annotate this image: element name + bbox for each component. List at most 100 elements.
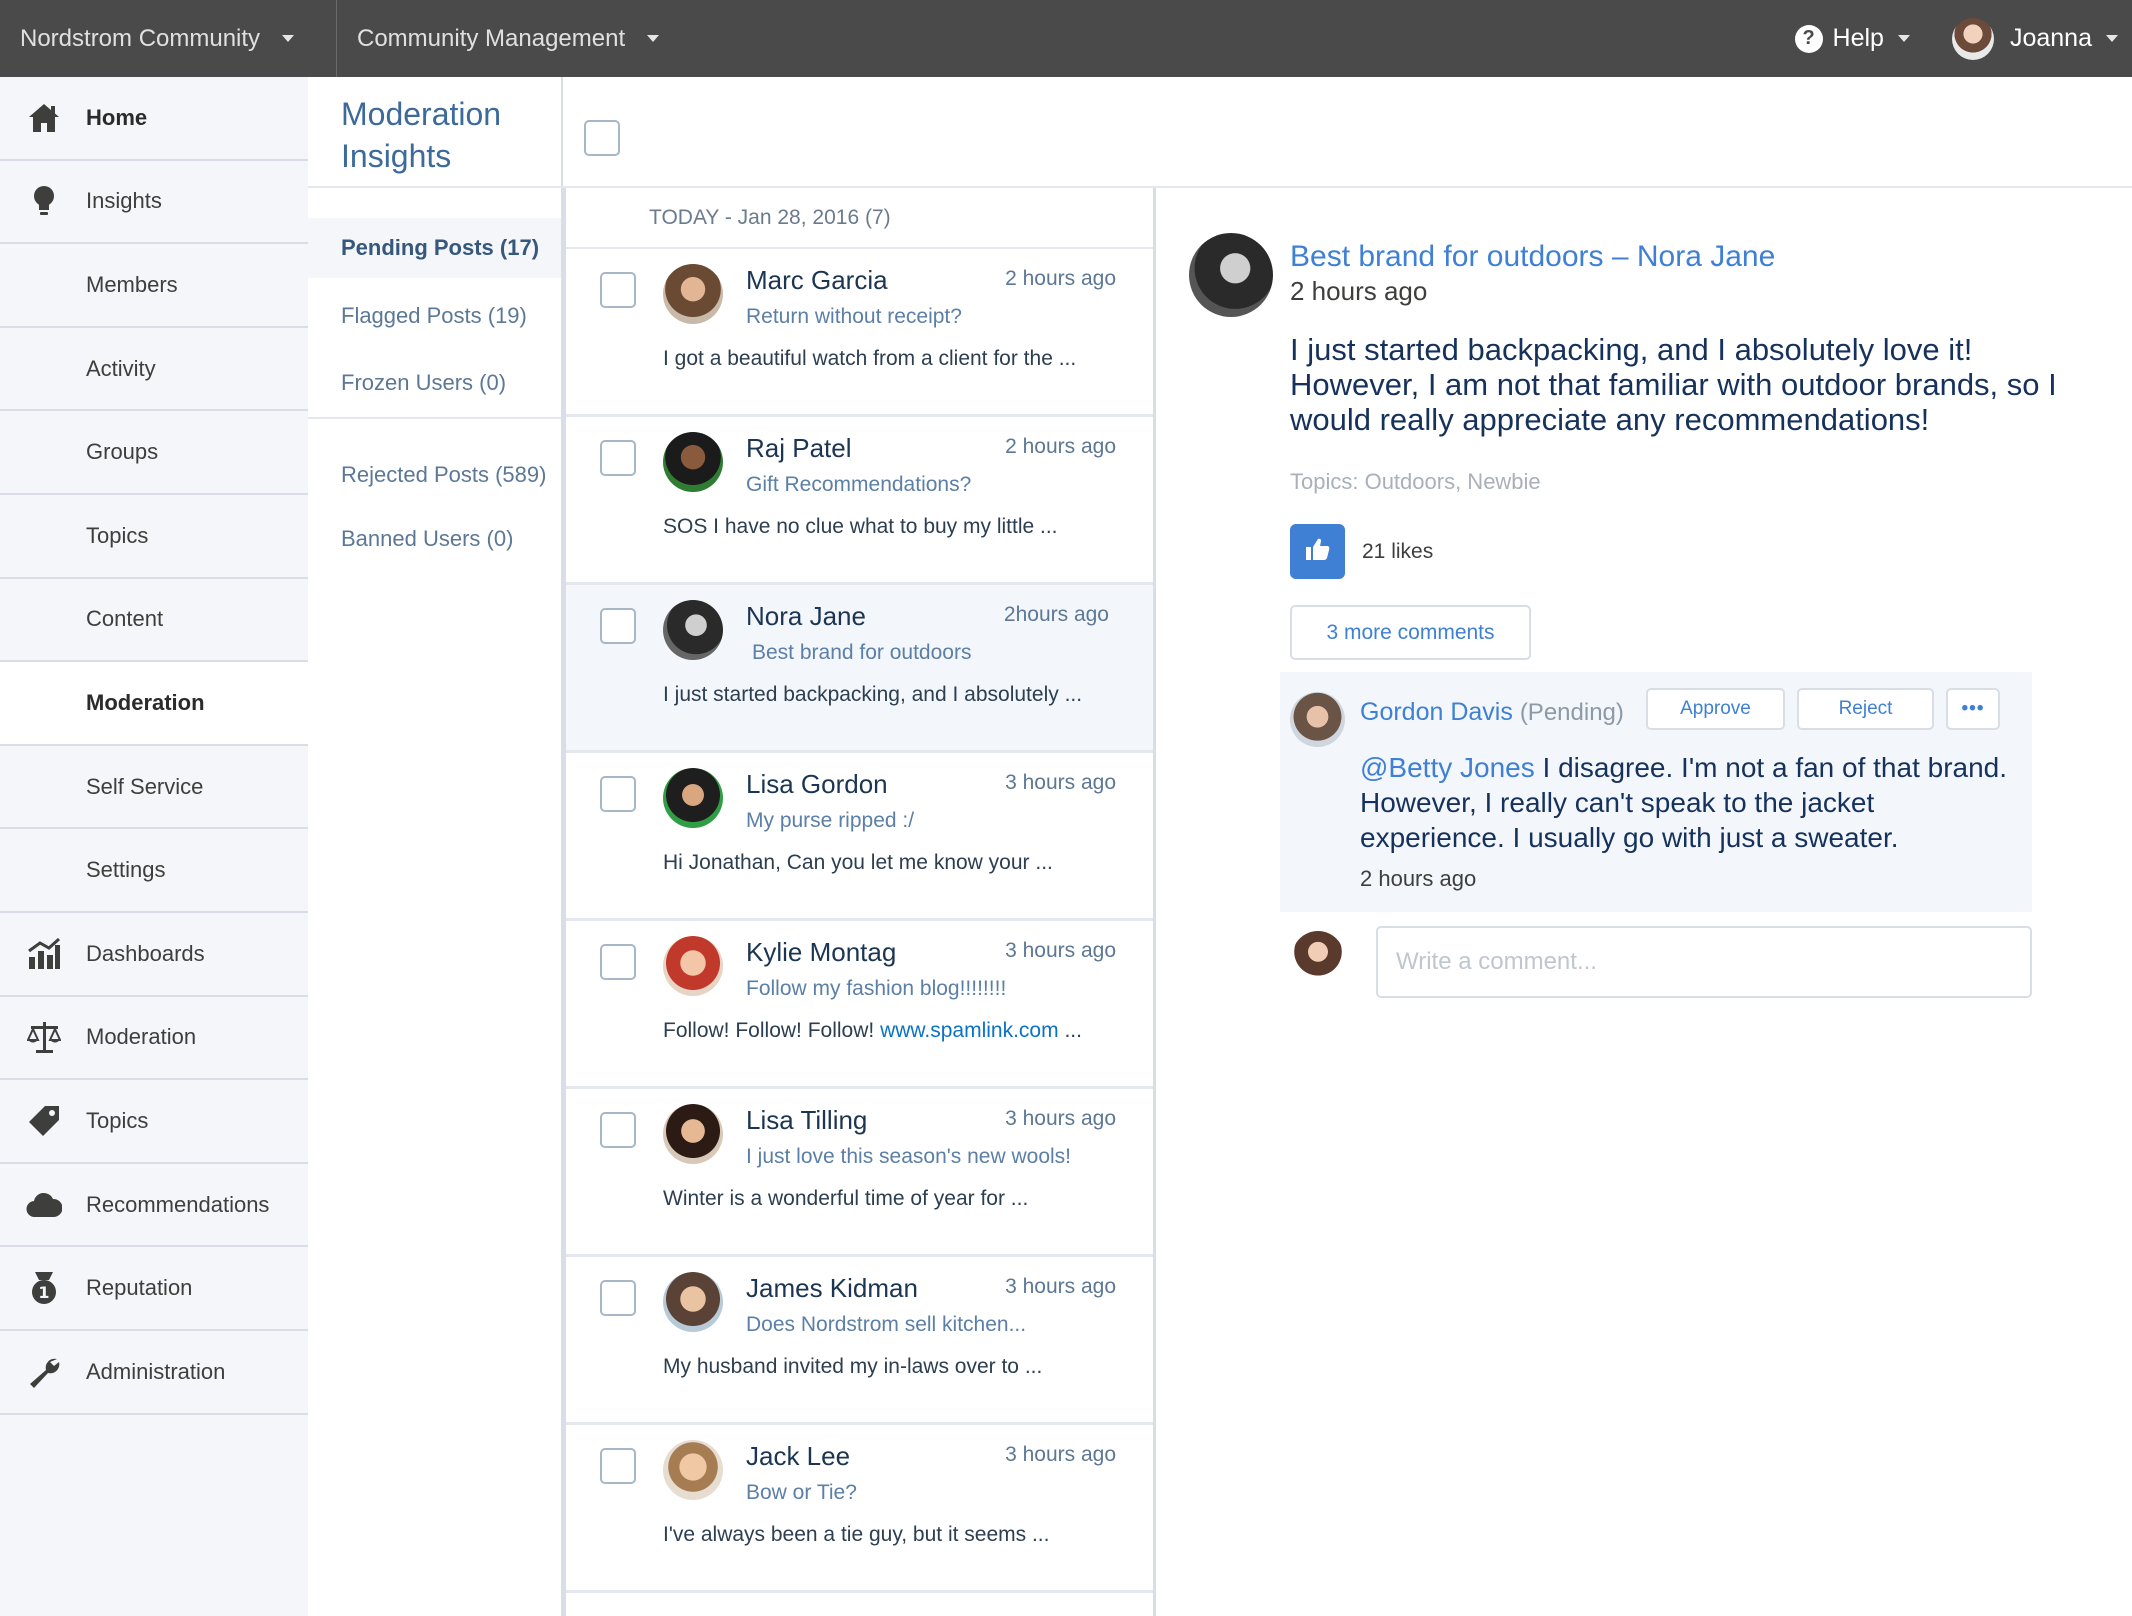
- post-subject: Gift Recommendations?: [746, 473, 972, 496]
- sidebar-item-activity[interactable]: Activity: [0, 328, 308, 412]
- moderation-filters: Moderation Insights Pending Posts (17) F…: [308, 77, 563, 1616]
- like-button[interactable]: [1290, 524, 1345, 579]
- list-item[interactable]: Jack Lee 3 hours ago Bow or Tie? I've al…: [566, 1425, 1153, 1593]
- comment-author[interactable]: Gordon Davis (Pending): [1360, 698, 1624, 727]
- reject-button[interactable]: Reject: [1797, 688, 1934, 730]
- avatar: [663, 432, 723, 492]
- post-snippet: My husband invited my in-laws over to ..…: [663, 1355, 1043, 1378]
- post-time: 3 hours ago: [1005, 1443, 1116, 1466]
- spam-link[interactable]: www.spamlink.com: [880, 1019, 1059, 1042]
- approve-button[interactable]: Approve: [1646, 688, 1785, 730]
- chevron-down-icon: [647, 35, 660, 42]
- bar-chart-icon: [26, 936, 62, 972]
- list-item[interactable]: Nora Jane 2hours ago Best brand for outd…: [566, 585, 1153, 753]
- sidebar-item-administration[interactable]: Administration: [0, 1331, 308, 1415]
- avatar: [1189, 233, 1273, 317]
- snippet-ellipsis: ...: [1058, 1019, 1082, 1042]
- sidebar-item-self-service[interactable]: Self Service: [0, 746, 308, 830]
- sidebar-item-label: Recommendations: [86, 1191, 270, 1217]
- filter-banned-users[interactable]: Banned Users (0): [308, 509, 561, 569]
- filter-rejected-posts[interactable]: Rejected Posts (589): [308, 445, 561, 505]
- lightbulb-icon: [26, 183, 62, 219]
- post-snippet: I just started backpacking, and I absolu…: [663, 683, 1083, 706]
- divider: [308, 417, 561, 419]
- post-checkbox[interactable]: [600, 272, 636, 308]
- sidebar-item-label: Insights: [86, 188, 162, 214]
- post-subject: Bow or Tie?: [746, 1481, 857, 1504]
- tag-icon: [26, 1103, 62, 1139]
- list-item[interactable]: Lisa Gordon 3 hours ago My purse ripped …: [566, 753, 1153, 921]
- avatar: [663, 768, 723, 828]
- post-list: TODAY - Jan 28, 2016 (7) Marc Garcia 2 h…: [563, 188, 1156, 1616]
- list-item[interactable]: Raj Patel 2 hours ago Gift Recommendatio…: [566, 417, 1153, 585]
- sidebar-item-reputation[interactable]: 1 Reputation: [0, 1247, 308, 1331]
- post-checkbox[interactable]: [600, 1112, 636, 1148]
- help-menu[interactable]: ? Help: [1794, 24, 1910, 53]
- list-item[interactable]: Kylie Montag 3 hours ago Follow my fashi…: [566, 921, 1153, 1089]
- list-item[interactable]: James Kidman 3 hours ago Does Nordstrom …: [566, 1257, 1153, 1425]
- post-time: 3 hours ago: [1005, 771, 1116, 794]
- more-actions-button[interactable]: •••: [1946, 688, 2000, 730]
- help-label: Help: [1832, 24, 1884, 52]
- top-bar: Nordstrom Community Community Management…: [0, 0, 2132, 77]
- sidebar-item-settings[interactable]: Settings: [0, 829, 308, 913]
- post-time: 2 hours ago: [1290, 276, 1428, 306]
- sidebar-item-insights[interactable]: Insights: [0, 161, 308, 245]
- post-subject: Best brand for outdoors: [752, 641, 972, 664]
- comment-input[interactable]: [1376, 926, 2032, 998]
- post-checkbox[interactable]: [600, 1280, 636, 1316]
- more-comments-button[interactable]: 3 more comments: [1290, 605, 1531, 660]
- post-checkbox[interactable]: [600, 608, 636, 644]
- home-icon: [26, 100, 62, 136]
- sidebar-item-home[interactable]: Home: [0, 77, 308, 161]
- post-subject: I just love this season's new wools!: [746, 1145, 1071, 1168]
- medal-icon: 1: [26, 1270, 62, 1306]
- section-name: Community Management: [357, 24, 626, 52]
- sidebar-item-moderation-tools[interactable]: Moderation: [0, 997, 308, 1081]
- mention-link[interactable]: @Betty Jones: [1360, 752, 1535, 783]
- list-item[interactable]: Marc Garcia 2 hours ago Return without r…: [566, 249, 1153, 417]
- select-all-checkbox[interactable]: [584, 120, 620, 156]
- community-switcher[interactable]: Nordstrom Community: [0, 0, 337, 77]
- post-snippet: SOS I have no clue what to buy my little…: [663, 515, 1058, 538]
- sidebar-item-groups[interactable]: Groups: [0, 411, 308, 495]
- section-switcher[interactable]: Community Management: [337, 0, 660, 77]
- help-icon: ?: [1794, 24, 1823, 53]
- sidebar-item-members[interactable]: Members: [0, 244, 308, 328]
- sidebar-item-label: Settings: [86, 857, 166, 883]
- sidebar-item-label: Dashboards: [86, 940, 205, 966]
- post-subject: My purse ripped :/: [746, 809, 915, 832]
- filter-flagged-posts[interactable]: Flagged Posts (19): [308, 286, 561, 346]
- post-snippet: Winter is a wonderful time of year for .…: [663, 1187, 1029, 1210]
- sidebar-item-label: Administration: [86, 1358, 226, 1384]
- avatar: [663, 1440, 723, 1500]
- date-header: TODAY - Jan 28, 2016 (7): [566, 188, 1153, 249]
- sidebar-item-topics[interactable]: Topics: [0, 495, 308, 579]
- sidebar: Home Insights Members Activity Groups To…: [0, 77, 308, 1616]
- sidebar-item-label: Groups: [86, 439, 159, 465]
- filter-pending-posts[interactable]: Pending Posts (17): [308, 218, 561, 278]
- post-checkbox[interactable]: [600, 1448, 636, 1484]
- chevron-down-icon: [282, 35, 295, 42]
- thumbs-up-icon: [1305, 537, 1331, 566]
- post-title-link[interactable]: Best brand for outdoors – Nora Jane: [1290, 240, 1775, 274]
- filter-frozen-users[interactable]: Frozen Users (0): [308, 353, 561, 413]
- post-checkbox[interactable]: [600, 944, 636, 980]
- post-checkbox[interactable]: [600, 776, 636, 812]
- list-item[interactable]: Lisa Tilling 3 hours ago I just love thi…: [566, 1089, 1153, 1257]
- sidebar-item-topics-tools[interactable]: Topics: [0, 1080, 308, 1164]
- sidebar-item-label: Moderation: [86, 1024, 197, 1050]
- user-menu[interactable]: Joanna: [1910, 17, 2132, 60]
- sidebar-item-content[interactable]: Content: [0, 579, 308, 663]
- post-time: 3 hours ago: [1005, 939, 1116, 962]
- sidebar-item-recommendations[interactable]: Recommendations: [0, 1164, 308, 1248]
- sidebar-item-moderation[interactable]: Moderation: [0, 662, 308, 746]
- post-author: Kylie Montag: [746, 937, 897, 967]
- post-time: 2 hours ago: [1005, 435, 1116, 458]
- post-subject: Does Nordstrom sell kitchen...: [746, 1313, 1027, 1336]
- post-subject: Return without receipt?: [746, 305, 962, 328]
- post-checkbox[interactable]: [600, 440, 636, 476]
- community-name: Nordstrom Community: [20, 24, 261, 52]
- sidebar-item-dashboards[interactable]: Dashboards: [0, 913, 308, 997]
- post-time: 3 hours ago: [1005, 1107, 1116, 1130]
